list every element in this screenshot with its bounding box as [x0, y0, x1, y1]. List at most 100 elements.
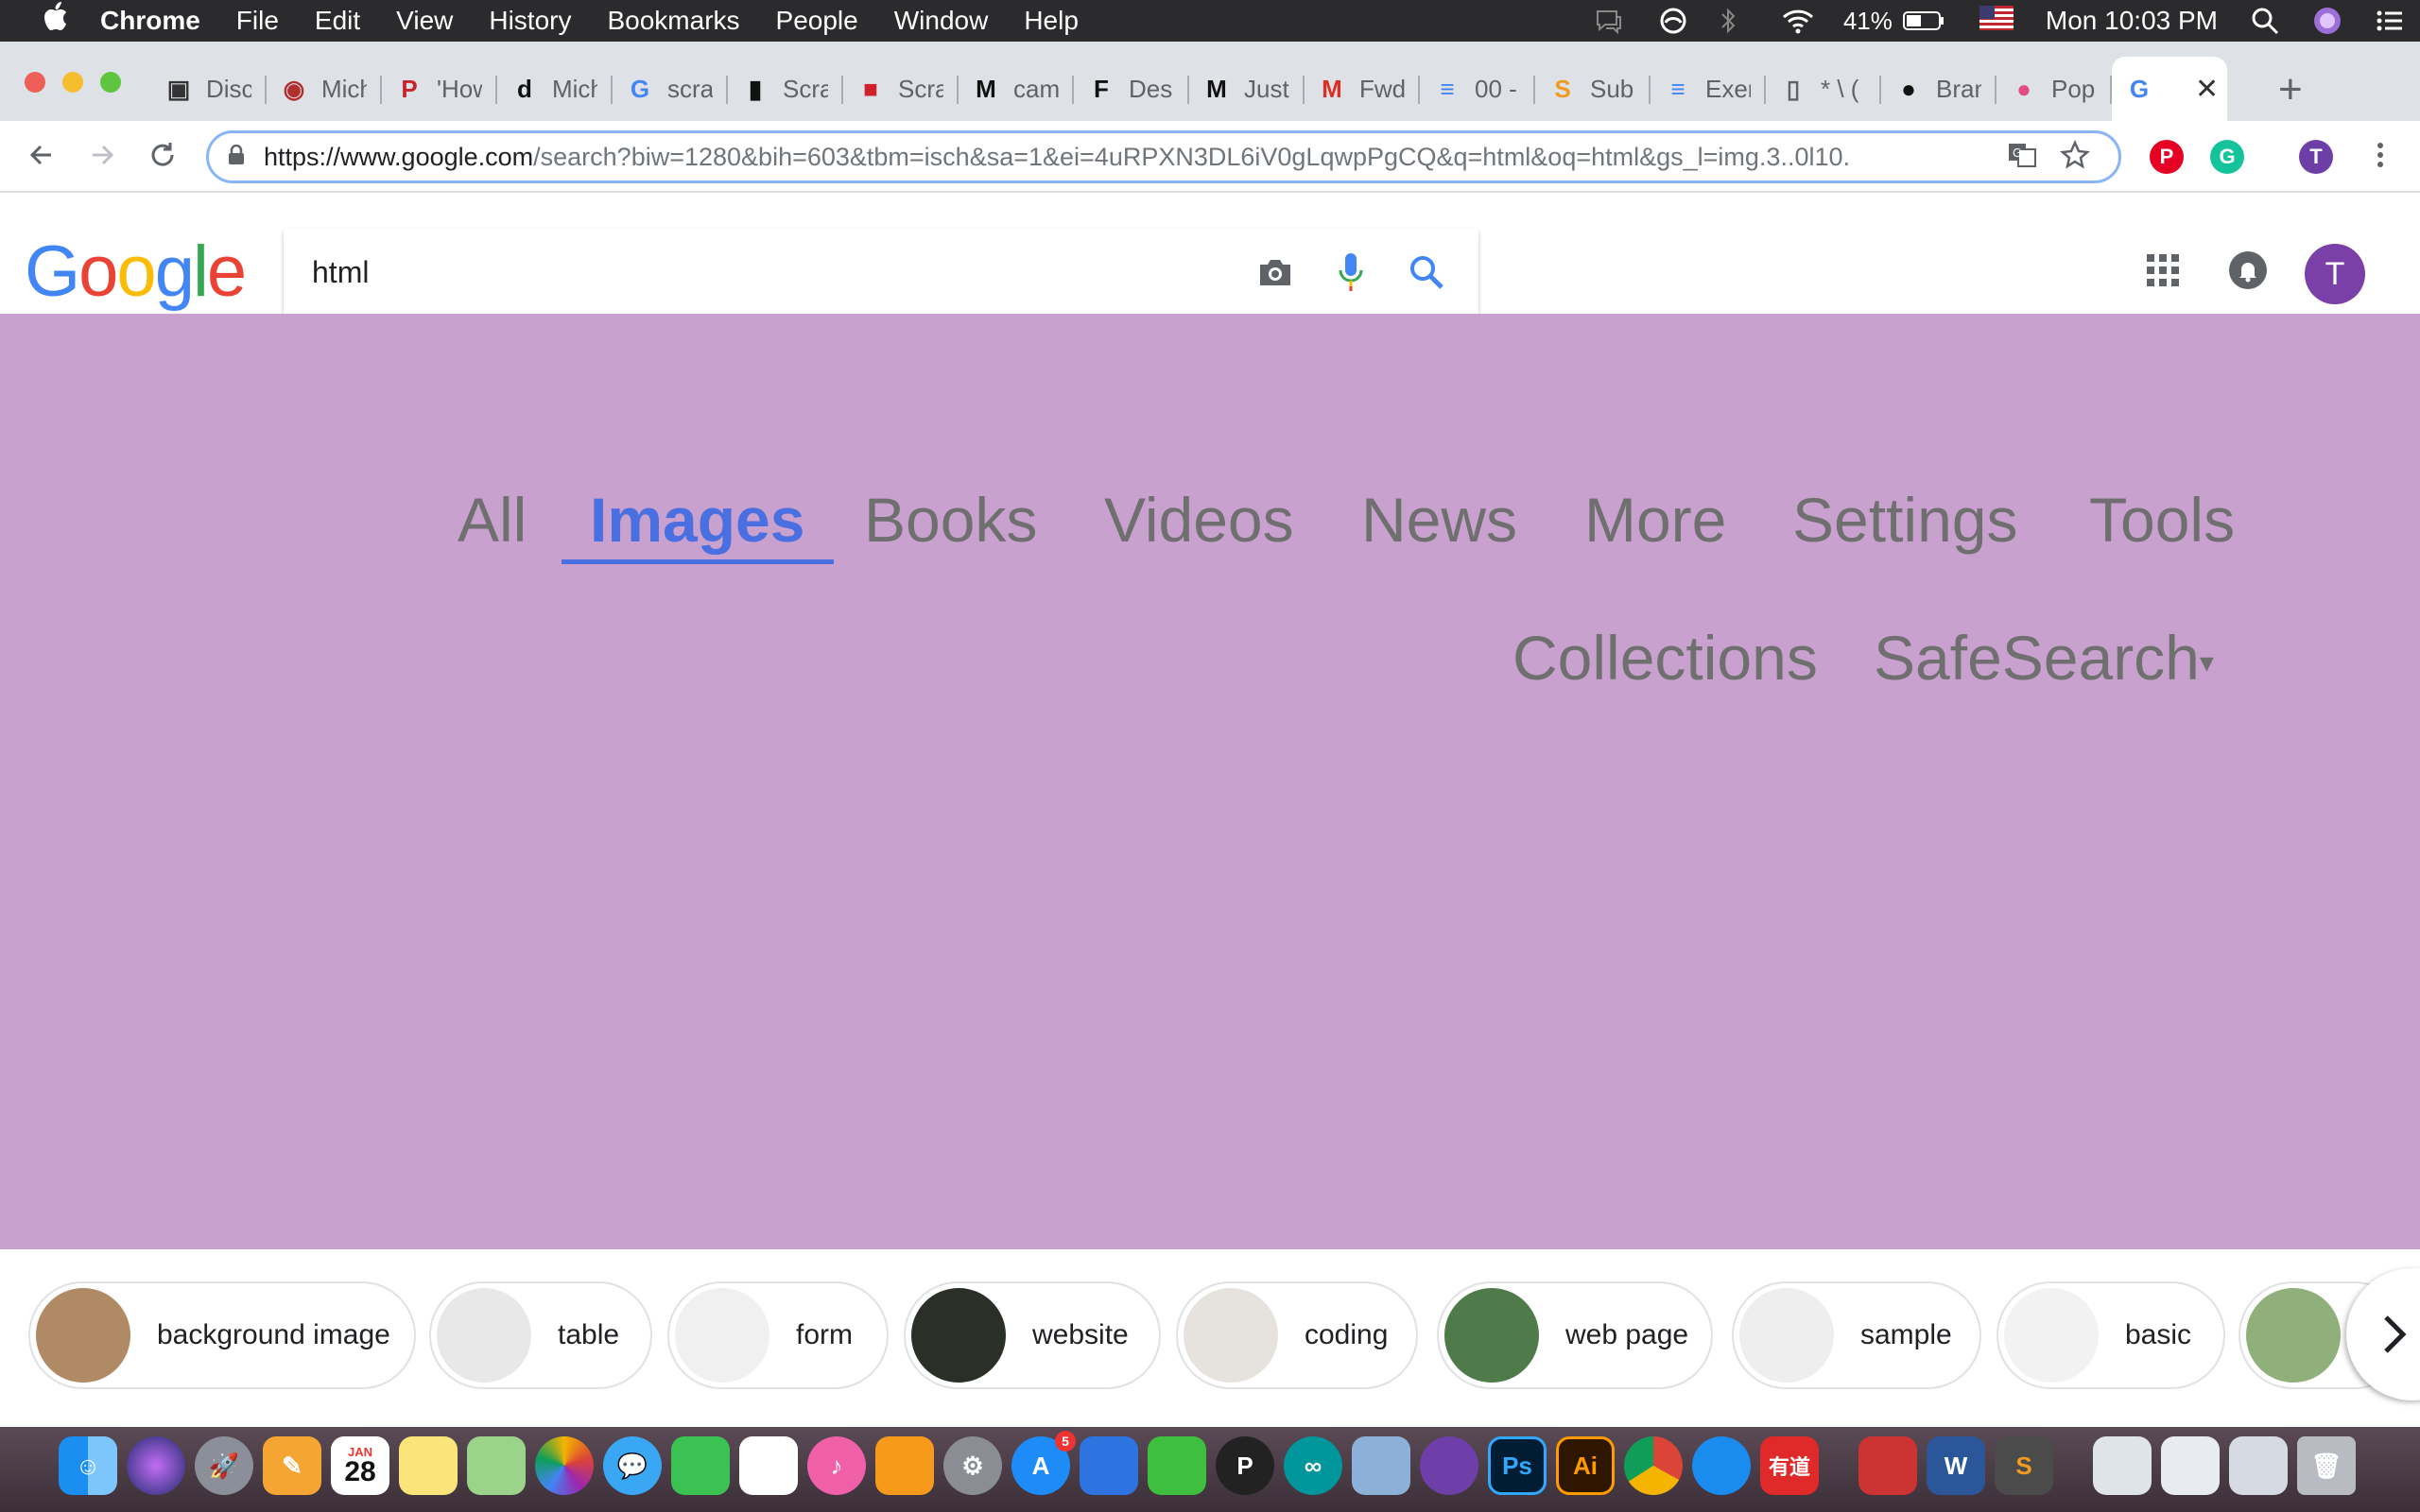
photos-icon[interactable]: [535, 1436, 594, 1495]
grammarly-extension-icon[interactable]: G: [2210, 140, 2244, 174]
chat-status-icon[interactable]: [1594, 6, 1624, 36]
search-input[interactable]: html: [312, 255, 1252, 290]
lock-icon[interactable]: [228, 144, 245, 170]
creative-cloud-icon[interactable]: [1656, 6, 1686, 36]
wechat-icon[interactable]: [1148, 1436, 1206, 1495]
tab-settings[interactable]: Settings: [1792, 484, 2017, 556]
browser-tab[interactable]: M Just: [1189, 57, 1305, 121]
wifi-icon[interactable]: [1781, 6, 1813, 36]
safesearch-dropdown[interactable]: SafeSearch▾: [1874, 622, 2214, 694]
google-logo[interactable]: Google: [25, 231, 247, 313]
browser-tab[interactable]: ≡ Exer: [1651, 57, 1766, 121]
notification-center-icon[interactable]: [2375, 6, 2405, 36]
related-search-chip[interactable]: table: [429, 1281, 652, 1389]
finder-icon[interactable]: ☺: [59, 1436, 117, 1495]
url-text[interactable]: https://www.google.com/search?biw=1280&b…: [264, 143, 1994, 172]
chrome-menu-icon[interactable]: [2360, 134, 2401, 176]
menu-window[interactable]: Window: [894, 6, 989, 36]
github-desktop-icon[interactable]: [1420, 1436, 1478, 1495]
chrome-icon[interactable]: [1624, 1436, 1683, 1495]
related-search-chip[interactable]: sample: [1732, 1281, 1981, 1389]
arduino-icon[interactable]: ∞: [1284, 1436, 1342, 1495]
p-app-icon[interactable]: P: [1216, 1436, 1274, 1495]
related-search-chip[interactable]: coding: [1176, 1281, 1418, 1389]
browser-tab[interactable]: ▣ Disc: [151, 57, 267, 121]
messages-icon[interactable]: 💬: [603, 1436, 662, 1495]
related-search-chip[interactable]: background image: [28, 1281, 416, 1389]
screenshots-stack-icon[interactable]: [2229, 1436, 2288, 1495]
close-tab-icon[interactable]: ✕: [2195, 73, 2219, 106]
tab-news[interactable]: News: [1361, 484, 1517, 556]
facetime-icon[interactable]: [671, 1436, 730, 1495]
safari-icon[interactable]: [1692, 1436, 1751, 1495]
sublime-text-icon[interactable]: S: [1995, 1436, 2053, 1495]
browser-tab[interactable]: ● Bran: [1881, 57, 1996, 121]
launchpad-icon[interactable]: 🚀: [195, 1436, 253, 1495]
tab-tools[interactable]: Tools: [2089, 484, 2235, 556]
downloads-stack-icon[interactable]: [2093, 1436, 2152, 1495]
tab-all[interactable]: All: [458, 484, 527, 556]
numbers-icon[interactable]: [739, 1436, 798, 1495]
browser-tab[interactable]: ▮ Scra: [728, 57, 843, 121]
reload-button[interactable]: [142, 134, 183, 176]
documents-stack-icon[interactable]: [2161, 1436, 2220, 1495]
menu-file[interactable]: File: [236, 6, 279, 36]
related-search-chip[interactable]: website: [904, 1281, 1161, 1389]
youdao-icon[interactable]: 有道: [1760, 1436, 1819, 1495]
app-store-icon[interactable]: A 5: [1011, 1431, 1076, 1495]
photoshop-icon[interactable]: Ps: [1488, 1436, 1547, 1495]
search-icon[interactable]: [1403, 249, 1450, 296]
profile-avatar[interactable]: T: [2299, 140, 2333, 174]
translate-icon[interactable]: G: [2007, 140, 2037, 175]
tab-videos[interactable]: Videos: [1104, 484, 1294, 556]
browser-tab[interactable]: Mcam: [959, 57, 1074, 121]
notes-icon[interactable]: [399, 1436, 458, 1495]
itunes-icon[interactable]: ♪: [807, 1436, 866, 1495]
us-flag-icon[interactable]: [1979, 6, 2014, 36]
menu-edit[interactable]: Edit: [315, 6, 360, 36]
pages-icon[interactable]: ✎: [263, 1436, 321, 1495]
menu-bookmarks[interactable]: Bookmarks: [607, 6, 739, 36]
browser-tab[interactable]: ▯ * \ (: [1766, 57, 1881, 121]
bluetooth-icon[interactable]: [1719, 6, 1749, 36]
tab-more[interactable]: More: [1584, 484, 1726, 556]
trash-icon[interactable]: 🗑: [2297, 1436, 2356, 1495]
illustrator-icon[interactable]: Ai: [1556, 1436, 1615, 1495]
menu-app-name[interactable]: Chrome: [100, 6, 200, 36]
keynote-icon[interactable]: [1080, 1436, 1138, 1495]
system-preferences-icon[interactable]: ⚙: [943, 1436, 1002, 1495]
new-tab-button[interactable]: +: [2278, 66, 2303, 113]
notifications-bell-icon[interactable]: [2229, 251, 2267, 289]
browser-tab[interactable]: ≡ 00 -: [1420, 57, 1535, 121]
browser-tab[interactable]: F Des: [1074, 57, 1189, 121]
battery-icon[interactable]: [1902, 6, 1947, 36]
browser-tab[interactable]: S Sub: [1535, 57, 1651, 121]
word-icon[interactable]: W: [1927, 1436, 1985, 1495]
menu-people[interactable]: People: [776, 6, 858, 36]
browser-tab[interactable]: d Mich: [497, 57, 613, 121]
window-minimize-button[interactable]: [62, 72, 83, 93]
window-zoom-button[interactable]: [100, 72, 121, 93]
tab-images[interactable]: Images: [590, 484, 804, 556]
calendar-icon[interactable]: JAN 28: [331, 1436, 389, 1495]
preview-icon[interactable]: [1352, 1436, 1410, 1495]
forward-button[interactable]: [81, 134, 123, 176]
collections-link[interactable]: Collections: [1512, 622, 1818, 694]
menu-help[interactable]: Help: [1024, 6, 1079, 36]
menu-history[interactable]: History: [489, 6, 571, 36]
bookmark-star-icon[interactable]: [2060, 139, 2090, 175]
related-search-chip[interactable]: basic: [1996, 1281, 2225, 1389]
siri-icon[interactable]: [2312, 6, 2342, 36]
related-search-chip[interactable]: form: [667, 1281, 889, 1389]
microphone-icon[interactable]: [1327, 249, 1374, 296]
maps-icon[interactable]: [467, 1436, 526, 1495]
google-account-avatar[interactable]: T: [2305, 244, 2365, 304]
google-apps-icon[interactable]: [2146, 253, 2180, 292]
ibooks-icon[interactable]: [875, 1436, 934, 1495]
search-box[interactable]: html: [284, 229, 1478, 316]
browser-tab[interactable]: ◉ Mich: [267, 57, 382, 121]
spotlight-search-icon[interactable]: [2250, 6, 2280, 36]
browser-tab[interactable]: ● Pop: [1996, 57, 2112, 121]
window-close-button[interactable]: [25, 72, 45, 93]
clock[interactable]: Mon 10:03 PM: [2046, 6, 2218, 36]
